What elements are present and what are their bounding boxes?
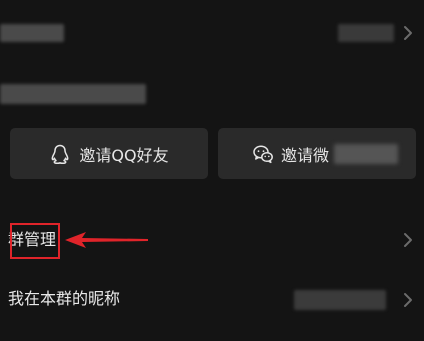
blurred-nickname [294, 290, 386, 310]
highlight-box [10, 223, 60, 259]
chevron-right-icon [401, 230, 415, 250]
my-group-nickname-row[interactable]: 我在本群的昵称 [0, 278, 424, 322]
invite-qq-label: 邀请QQ好友 [79, 145, 169, 165]
wechat-icon [253, 144, 273, 163]
my-group-nickname-label: 我在本群的昵称 [8, 289, 121, 308]
blurred-description [0, 84, 146, 104]
blurred-value [338, 24, 394, 42]
invite-wechat-friends-button[interactable]: 邀请微 [218, 128, 416, 179]
chevron-right-icon [401, 23, 415, 43]
blurred-top-row[interactable] [0, 0, 424, 70]
blurred-text [0, 24, 64, 42]
blurred-overlay [334, 144, 398, 164]
qq-penguin-icon [51, 144, 69, 164]
invite-qq-friends-button[interactable]: 邀请QQ好友 [10, 128, 208, 179]
invite-wechat-label: 邀请微 [281, 145, 330, 165]
chevron-right-icon [401, 290, 415, 310]
pointer-arrow [65, 232, 148, 248]
